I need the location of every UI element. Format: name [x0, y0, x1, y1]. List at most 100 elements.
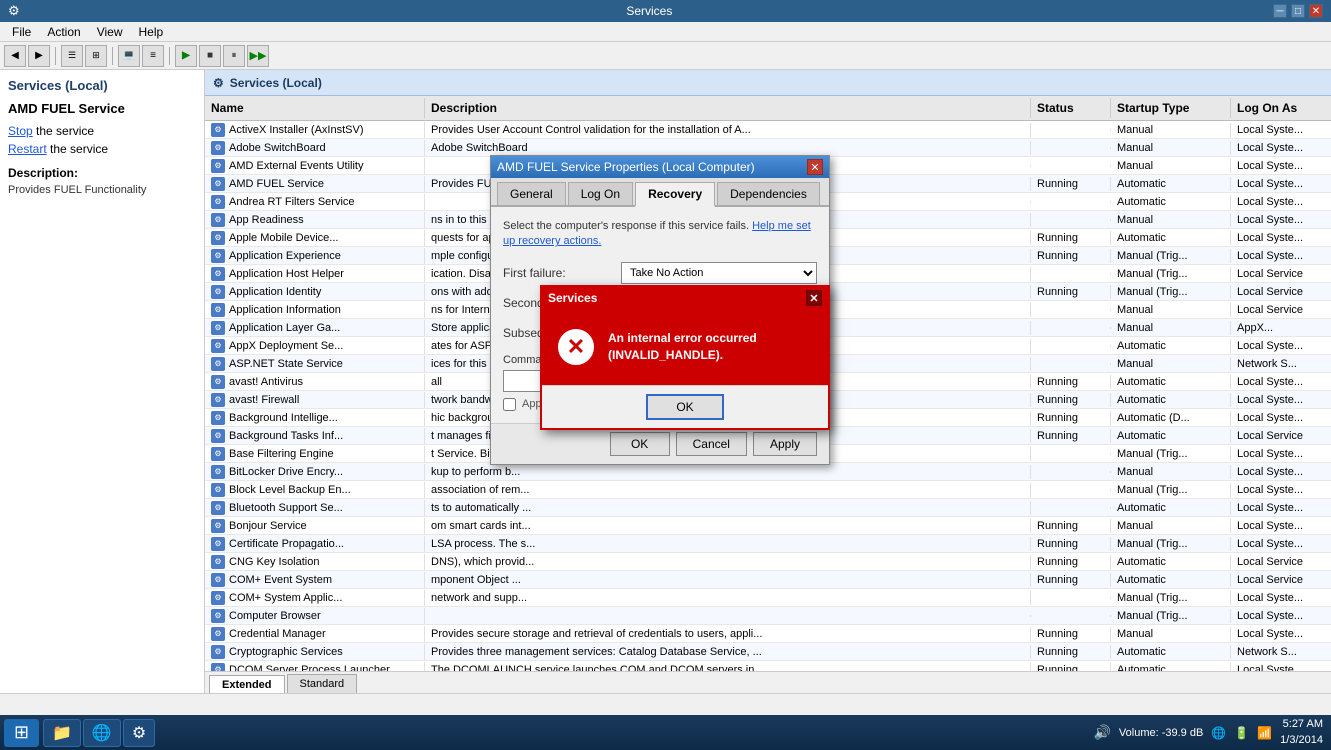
service-startup-cell: Manual (Trig... [1111, 609, 1231, 623]
stop-button[interactable]: ■ [199, 45, 221, 67]
service-status-cell: Running [1031, 519, 1111, 533]
service-row[interactable]: DCOM Server Process LauncherThe DCOMLAUN… [205, 661, 1331, 671]
service-name-cell: App Readiness [205, 212, 425, 228]
service-row[interactable]: Computer BrowserManual (Trig...Local Sys… [205, 607, 1331, 625]
service-row[interactable]: Bonjour Serviceom smart cards int...Runn… [205, 517, 1331, 535]
menu-file[interactable]: File [4, 23, 39, 41]
tab-standard[interactable]: Standard [287, 674, 358, 693]
restart-service-link[interactable]: Restart [8, 142, 47, 156]
service-logon-cell: Local Service [1231, 555, 1331, 569]
back-button[interactable]: ◀ [4, 45, 26, 67]
service-status-cell: Running [1031, 231, 1111, 245]
service-startup-cell: Manual (Trig... [1111, 285, 1231, 299]
service-row[interactable]: CNG Key IsolationDNS), which provid...Ru… [205, 553, 1331, 571]
computer-button[interactable]: 💻 [118, 45, 140, 67]
service-logon-cell: Local Syste... [1231, 627, 1331, 641]
service-row[interactable]: Certificate Propagatio...LSA process. Th… [205, 535, 1331, 553]
service-startup-cell: Manual [1111, 141, 1231, 155]
service-icon [211, 501, 225, 515]
properties-tab-recovery[interactable]: Recovery [635, 182, 715, 207]
error-ok-button[interactable]: OK [646, 394, 723, 420]
taskbar-settings[interactable]: ⚙ [123, 719, 155, 747]
settings-icon: ⚙ [132, 723, 146, 743]
properties-tab-general[interactable]: General [497, 182, 566, 205]
clock-time: 5:27 AM [1280, 717, 1323, 732]
error-dialog-close[interactable]: ✕ [806, 290, 822, 306]
menu-action[interactable]: Action [39, 23, 88, 41]
service-name-cell: Computer Browser [205, 608, 425, 624]
service-name-text: BitLocker Drive Encry... [229, 466, 343, 478]
service-status-cell: Running [1031, 537, 1111, 551]
window-title: Services [26, 4, 1273, 18]
forward-button[interactable]: ▶ [28, 45, 50, 67]
service-startup-cell: Manual (Trig... [1111, 447, 1231, 461]
service-status-cell [1031, 165, 1111, 167]
service-startup-cell: Automatic [1111, 573, 1231, 587]
properties-tab-logon[interactable]: Log On [568, 182, 633, 205]
service-desc-cell [425, 615, 1031, 617]
title-bar-icon: ⚙ [8, 3, 20, 19]
maximize-button[interactable]: □ [1291, 4, 1305, 18]
properties-ok-button[interactable]: OK [610, 432, 670, 456]
service-logon-cell: Local Syste... [1231, 537, 1331, 551]
service-status-cell: Running [1031, 555, 1111, 569]
service-name-text: Cryptographic Services [229, 646, 343, 658]
col-status[interactable]: Status [1031, 98, 1111, 118]
first-failure-select[interactable]: Take No Action Restart the Service Run a… [621, 262, 817, 284]
list-button[interactable]: ≡ [142, 45, 164, 67]
service-name-cell: Application Host Helper [205, 266, 425, 282]
tab-extended[interactable]: Extended [209, 675, 285, 693]
service-row[interactable]: COM+ System Applic...network and supp...… [205, 589, 1331, 607]
append-failcount-checkbox[interactable] [503, 398, 516, 411]
taskbar-explorer[interactable]: 📁 [43, 719, 81, 747]
service-row[interactable]: Block Level Backup En...association of r… [205, 481, 1331, 499]
properties-dialog-close[interactable]: ✕ [807, 159, 823, 175]
service-row[interactable]: Bluetooth Support Se...ts to automatical… [205, 499, 1331, 517]
service-row[interactable]: Cryptographic Services Provides three man… [205, 643, 1331, 661]
service-startup-cell: Automatic [1111, 195, 1231, 209]
service-name-text: Bluetooth Support Se... [229, 502, 343, 514]
col-startup[interactable]: Startup Type [1111, 98, 1231, 118]
service-row[interactable]: COM+ Event Systemmponent Object ...Runni… [205, 571, 1331, 589]
menu-view[interactable]: View [89, 23, 131, 41]
show-hide-button[interactable]: ☰ [61, 45, 83, 67]
restart-button[interactable]: ▶▶ [247, 45, 269, 67]
service-name-cell: Background Intellige... [205, 410, 425, 426]
service-row[interactable]: BitLocker Drive Encry...kup to perform b… [205, 463, 1331, 481]
status-bar [0, 693, 1331, 715]
stop-service-link[interactable]: Stop [8, 124, 33, 138]
service-logon-cell: Local Syste... [1231, 249, 1331, 263]
col-logon[interactable]: Log On As [1231, 98, 1331, 118]
service-status-cell [1031, 345, 1111, 347]
error-dialog: Services ✕ ✕ An internal error occurred … [540, 285, 830, 430]
service-name-cell: Credential Manager [205, 626, 425, 642]
service-logon-cell: Local Syste... [1231, 393, 1331, 407]
snap-button[interactable]: ⊞ [85, 45, 107, 67]
close-button[interactable]: ✕ [1309, 4, 1323, 18]
service-startup-cell: Manual (Trig... [1111, 249, 1231, 263]
service-row[interactable]: ActiveX Installer (AxInstSV)Provides Use… [205, 121, 1331, 139]
service-row[interactable]: Credential ManagerProvides secure storag… [205, 625, 1331, 643]
service-name-cell: avast! Firewall [205, 392, 425, 408]
properties-tab-dependencies[interactable]: Dependencies [717, 182, 820, 205]
menu-help[interactable]: Help [131, 23, 172, 41]
location-icon: ⚙ [213, 76, 224, 90]
play-button[interactable]: ▶ [175, 45, 197, 67]
service-name-cell: ASP.NET State Service [205, 356, 425, 372]
service-icon [211, 627, 225, 641]
pause-button[interactable]: ⏸ [223, 45, 245, 67]
col-name[interactable]: Name [205, 98, 425, 118]
service-desc-cell: Provides three management services: Cata… [425, 645, 1031, 659]
minimize-button[interactable]: ─ [1273, 4, 1287, 18]
taskbar-chrome[interactable]: 🌐 [83, 719, 121, 747]
col-description[interactable]: Description [425, 98, 1031, 118]
service-startup-cell: Automatic [1111, 393, 1231, 407]
start-button[interactable]: ⊞ [4, 719, 39, 747]
service-name-text: Apple Mobile Device... [229, 232, 338, 244]
properties-apply-button[interactable]: Apply [753, 432, 817, 456]
properties-cancel-button[interactable]: Cancel [676, 432, 747, 456]
service-startup-cell: Manual [1111, 627, 1231, 641]
service-name-cell: Background Tasks Inf... [205, 428, 425, 444]
sidebar-desc-label: Description: [8, 166, 196, 180]
taskbar-time: 5:27 AM 1/3/2014 [1280, 717, 1323, 748]
